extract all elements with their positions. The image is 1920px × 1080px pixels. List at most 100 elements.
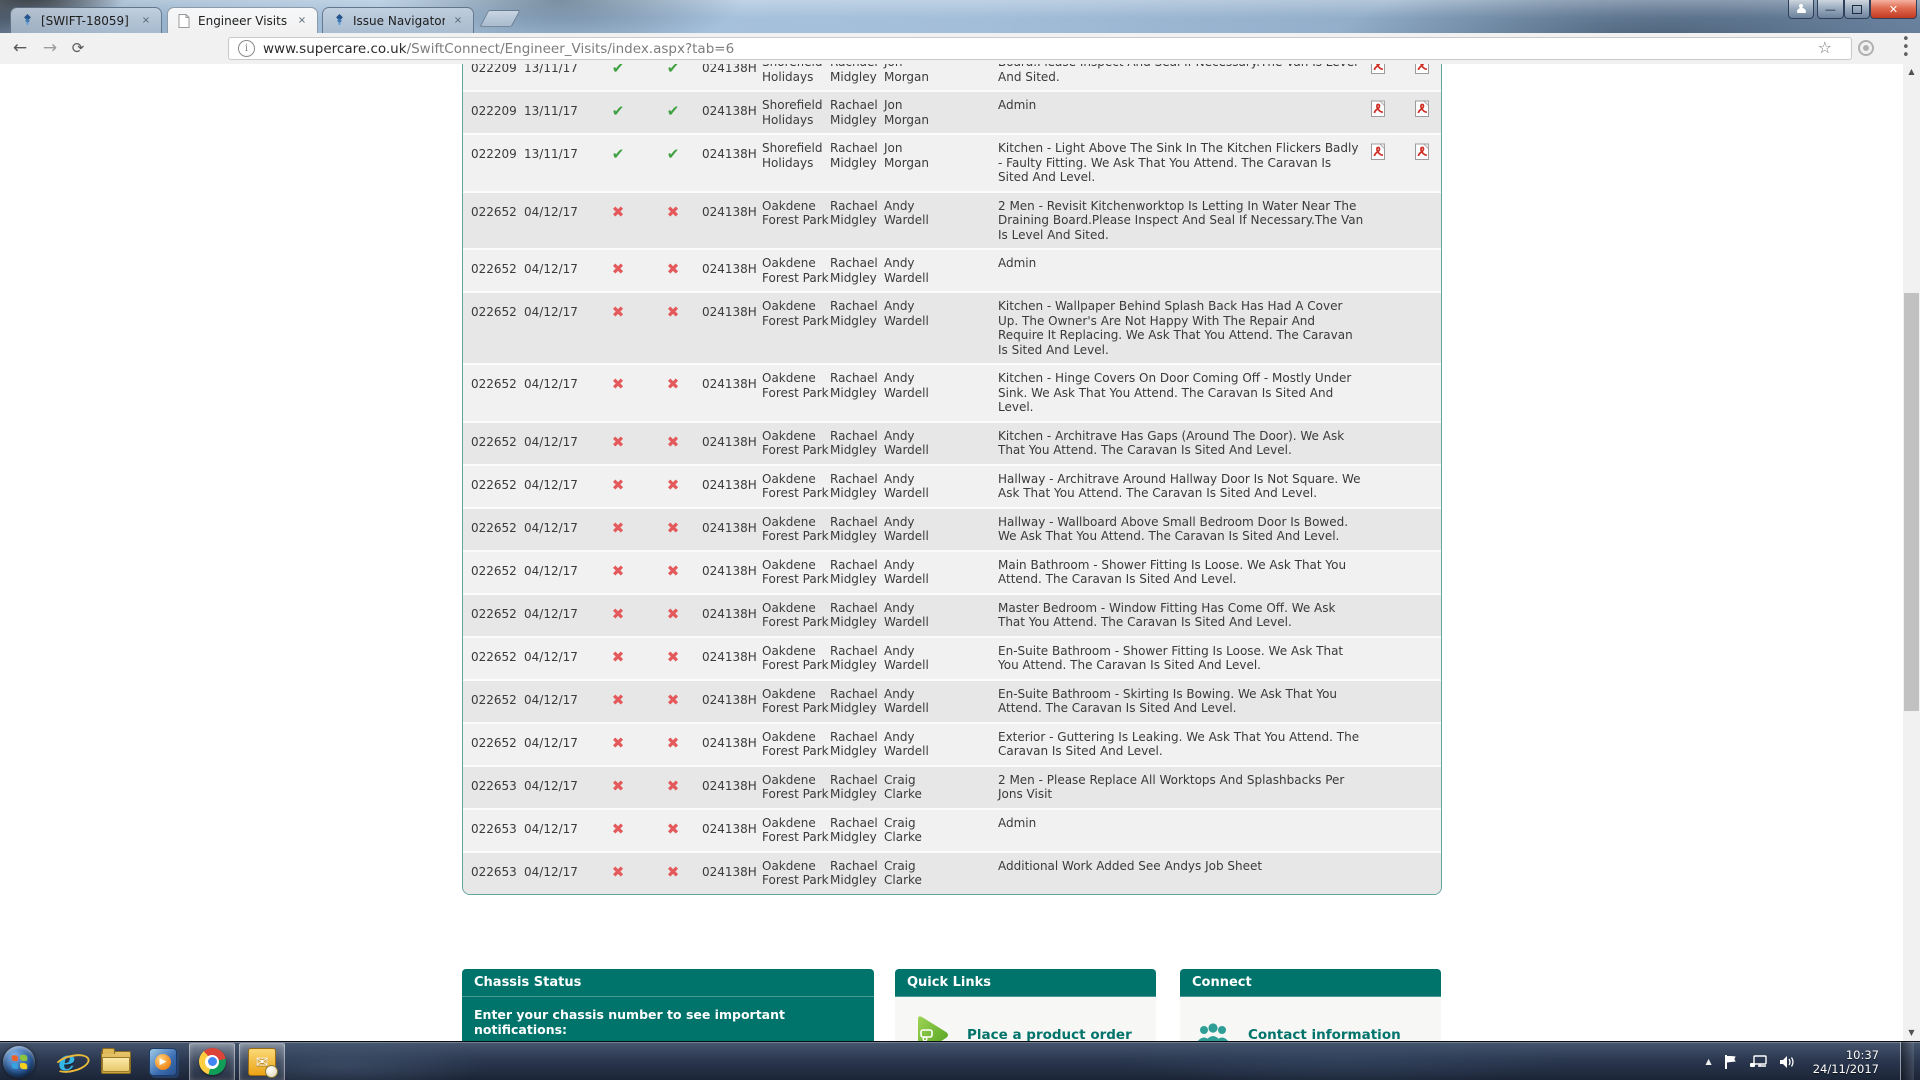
url-path: /SwiftConnect/Engineer_Visits/index.aspx… bbox=[407, 41, 735, 57]
cross-icon: ✖ bbox=[644, 558, 702, 579]
chassis-cell: 024138H bbox=[702, 859, 762, 880]
date-cell: 04/12/17 bbox=[524, 299, 592, 320]
scrollbar-thumb[interactable] bbox=[1904, 293, 1919, 711]
chrome-taskbar-button[interactable] bbox=[189, 1043, 235, 1080]
forward-icon[interactable]: → bbox=[38, 36, 62, 60]
person-icon bbox=[1796, 4, 1807, 15]
table-row: 02265204/12/17✖✖024138HOakdene Forest Pa… bbox=[463, 636, 1441, 679]
taskbar-clock[interactable]: 10:37 24/11/2017 bbox=[1813, 1048, 1879, 1076]
tab-title: Engineer Visits bbox=[198, 14, 289, 28]
engineer-cell: Andy Wardell bbox=[884, 299, 942, 328]
minimize-button[interactable]: — bbox=[1817, 0, 1844, 19]
cross-icon: ✖ bbox=[592, 558, 644, 579]
quick-link-label[interactable]: Place a product order bbox=[967, 1027, 1132, 1041]
new-tab-button[interactable] bbox=[479, 10, 520, 27]
coordinator-cell: Rachael Midgley bbox=[830, 472, 884, 501]
job-number-cell: 022653 bbox=[471, 859, 524, 880]
description-cell: Hallway - Architrave Around Hallway Door… bbox=[998, 472, 1364, 501]
pdf-icon[interactable] bbox=[1414, 143, 1431, 161]
close-button[interactable]: ✕ bbox=[1870, 0, 1917, 19]
media-player-icon[interactable]: ▶ bbox=[148, 1047, 178, 1077]
engineer-cell: Jon Morgan bbox=[884, 64, 942, 84]
job-number-cell: 022652 bbox=[471, 601, 524, 622]
cross-icon: ✖ bbox=[644, 429, 702, 450]
show-desktop-button[interactable] bbox=[1900, 1042, 1914, 1080]
tab-engineer-visits[interactable]: Engineer Visits × bbox=[167, 7, 318, 33]
check-icon: ✔ bbox=[644, 98, 702, 119]
date-cell: 13/11/17 bbox=[524, 98, 592, 119]
date-cell: 04/12/17 bbox=[524, 730, 592, 751]
tray-expand-icon[interactable]: ▲ bbox=[1706, 1057, 1712, 1066]
table-row: 02265204/12/17✖✖024138HOakdene Forest Pa… bbox=[463, 679, 1441, 722]
engineer-cell: Andy Wardell bbox=[884, 199, 942, 228]
extension-icon[interactable] bbox=[1858, 40, 1874, 56]
network-icon[interactable] bbox=[1750, 1055, 1767, 1069]
cross-icon: ✖ bbox=[644, 687, 702, 708]
windows-explorer-icon[interactable] bbox=[100, 1047, 130, 1077]
coordinator-cell: Rachael Midgley bbox=[830, 730, 884, 759]
park-cell: Oakdene Forest Park bbox=[762, 256, 830, 285]
contact-information-link[interactable]: Contact information bbox=[1180, 997, 1441, 1041]
date-cell: 04/12/17 bbox=[524, 199, 592, 220]
action-center-flag-icon[interactable] bbox=[1725, 1055, 1737, 1069]
date-cell: 04/12/17 bbox=[524, 472, 592, 493]
pdf-links bbox=[1364, 687, 1441, 689]
browser-menu-icon[interactable]: ••• bbox=[1902, 36, 1906, 60]
tab-close-icon[interactable]: × bbox=[139, 14, 153, 28]
pdf-links bbox=[1364, 515, 1441, 517]
browser-titlebar: [SWIFT-18059] Kitchen - × Engineer Visit… bbox=[0, 0, 1920, 33]
coordinator-cell: Rachael Midgley bbox=[830, 601, 884, 630]
volume-icon[interactable] bbox=[1780, 1055, 1796, 1069]
park-cell: Oakdene Forest Park bbox=[762, 773, 830, 802]
date-cell: 13/11/17 bbox=[524, 64, 592, 76]
date-cell: 04/12/17 bbox=[524, 256, 592, 277]
description-cell: En-Suite Bathroom - Skirting Is Bowing. … bbox=[998, 687, 1364, 716]
pdf-icon[interactable] bbox=[1370, 100, 1387, 118]
engineer-cell: Andy Wardell bbox=[884, 601, 942, 630]
cross-icon: ✖ bbox=[592, 199, 644, 220]
table-row: 02265204/12/17✖✖024138HOakdene Forest Pa… bbox=[463, 191, 1441, 249]
url-bar[interactable]: i www.supercare.co.uk/SwiftConnect/Engin… bbox=[228, 37, 1852, 60]
back-icon[interactable]: ← bbox=[8, 36, 32, 60]
internet-explorer-icon[interactable]: e bbox=[52, 1047, 82, 1077]
table-row: 02265204/12/17✖✖024138HOakdene Forest Pa… bbox=[463, 421, 1441, 464]
check-icon: ✔ bbox=[644, 64, 702, 76]
profile-window-button[interactable] bbox=[1788, 0, 1814, 19]
tab-close-icon[interactable]: × bbox=[295, 14, 309, 28]
tab-issue-navigator[interactable]: Issue Navigator - Surfbay × bbox=[322, 7, 474, 33]
engineer-cell: Jon Morgan bbox=[884, 141, 942, 170]
check-icon: ✔ bbox=[644, 141, 702, 162]
coordinator-cell: Rachael Midgley bbox=[830, 256, 884, 285]
bookmark-star-icon[interactable]: ☆ bbox=[1818, 38, 1832, 57]
cross-icon: ✖ bbox=[592, 371, 644, 392]
table-row: 02220913/11/17✔✔024138HShorefield Holida… bbox=[463, 90, 1441, 133]
start-button[interactable] bbox=[3, 1046, 35, 1078]
place-product-order-link[interactable]: Place a product order bbox=[895, 997, 1156, 1041]
job-number-cell: 022653 bbox=[471, 816, 524, 837]
maximize-button[interactable] bbox=[1844, 0, 1870, 19]
cross-icon: ✖ bbox=[592, 816, 644, 837]
windows-taskbar: e ▶ ✉ ▲ 10:37 24/11/2017 bbox=[0, 1041, 1920, 1080]
refresh-icon[interactable]: ⟳ bbox=[66, 36, 90, 60]
pdf-links bbox=[1364, 299, 1441, 301]
scroll-up-icon[interactable]: ▲ bbox=[1903, 64, 1920, 80]
chassis-cell: 024138H bbox=[702, 515, 762, 536]
park-cell: Shorefield Holidays bbox=[762, 141, 830, 170]
scroll-down-icon[interactable]: ▼ bbox=[1903, 1025, 1920, 1041]
tab-close-icon[interactable]: × bbox=[451, 14, 465, 28]
cross-icon: ✖ bbox=[592, 687, 644, 708]
engineer-cell: Andy Wardell bbox=[884, 472, 942, 501]
page-info-icon[interactable]: i bbox=[238, 40, 255, 57]
document-icon bbox=[176, 13, 192, 29]
connect-link-label[interactable]: Contact information bbox=[1248, 1027, 1401, 1041]
pdf-icon[interactable] bbox=[1414, 64, 1431, 75]
tab-swift-18059[interactable]: [SWIFT-18059] Kitchen - × bbox=[10, 7, 162, 33]
jira-icon bbox=[19, 13, 35, 29]
pdf-icon[interactable] bbox=[1414, 100, 1431, 118]
park-cell: Oakdene Forest Park bbox=[762, 859, 830, 888]
description-cell: Main Bathroom - Shower Fitting Is Loose.… bbox=[998, 558, 1364, 587]
pdf-icon[interactable] bbox=[1370, 143, 1387, 161]
job-number-cell: 022652 bbox=[471, 472, 524, 493]
pdf-icon[interactable] bbox=[1370, 64, 1387, 75]
outlook-taskbar-button[interactable]: ✉ bbox=[239, 1043, 285, 1080]
